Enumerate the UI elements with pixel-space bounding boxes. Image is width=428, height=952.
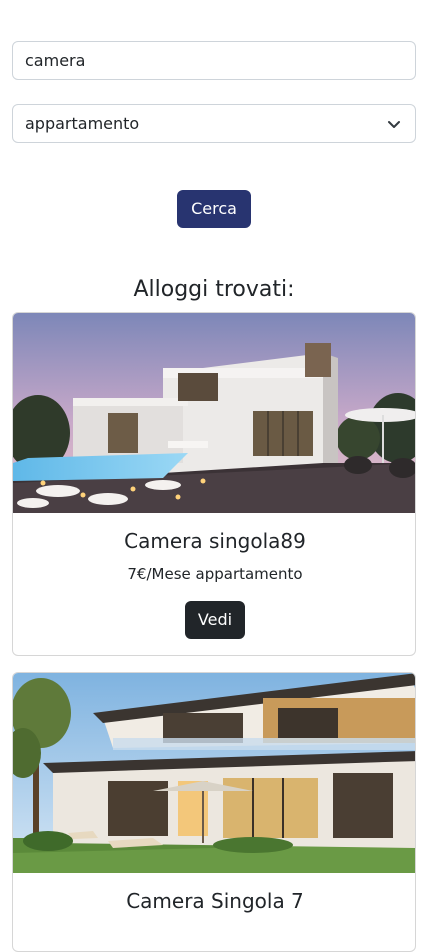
type-select[interactable]: appartamento [12, 104, 416, 143]
search-input-value: camera [25, 51, 86, 70]
listing-image [13, 313, 415, 513]
listing-image [13, 673, 415, 873]
results-title: Alloggi trovati: [133, 277, 295, 302]
listing-card: Camera Singola 7 [12, 672, 416, 952]
listing-title: Camera singola89 [124, 529, 306, 553]
chevron-down-icon [388, 121, 400, 128]
type-select-value: appartamento [25, 114, 140, 133]
search-input[interactable]: camera [12, 41, 416, 80]
view-button[interactable]: Vedi [185, 601, 245, 639]
search-button[interactable]: Cerca [177, 190, 251, 228]
listing-price-type: 7€/Mese appartamento [127, 565, 303, 583]
listing-card: Camera singola89 7€/Mese appartamento Ve… [12, 312, 416, 656]
listing-title: Camera Singola 7 [126, 889, 304, 913]
